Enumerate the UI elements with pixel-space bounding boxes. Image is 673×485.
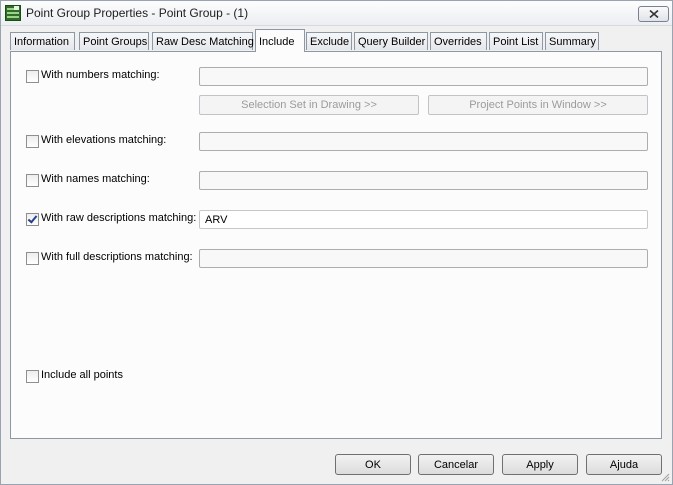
tab-raw-desc-matching[interactable]: Raw Desc Matching bbox=[152, 32, 254, 50]
tab-overrides[interactable]: Overrides bbox=[430, 32, 487, 50]
help-button[interactable]: Ajuda bbox=[586, 454, 662, 475]
full-descriptions-label[interactable]: With full descriptions matching: bbox=[41, 251, 193, 263]
tab-point-groups[interactable]: Point Groups bbox=[79, 32, 149, 50]
raw-descriptions-value: ARV bbox=[205, 214, 228, 226]
tab-exclude[interactable]: Exclude bbox=[306, 32, 352, 50]
close-button[interactable] bbox=[638, 6, 669, 22]
tab-information[interactable]: Information bbox=[10, 32, 75, 50]
tab-query-builder[interactable]: Query Builder bbox=[354, 32, 428, 50]
include-all-checkbox[interactable] bbox=[26, 370, 39, 383]
numbers-matching-field[interactable] bbox=[199, 67, 648, 86]
raw-descriptions-checkbox[interactable] bbox=[26, 213, 39, 226]
numbers-checkbox[interactable] bbox=[26, 70, 39, 83]
close-icon bbox=[648, 10, 659, 18]
project-points-in-window-button[interactable]: Project Points in Window >> bbox=[428, 95, 648, 115]
selection-set-in-drawing-button[interactable]: Selection Set in Drawing >> bbox=[199, 95, 419, 115]
full-descriptions-matching-field[interactable] bbox=[199, 249, 648, 268]
tab-summary[interactable]: Summary bbox=[545, 32, 599, 50]
window-title: Point Group Properties - Point Group - (… bbox=[26, 6, 249, 20]
names-checkbox[interactable] bbox=[26, 174, 39, 187]
tab-point-list[interactable]: Point List bbox=[489, 32, 543, 50]
names-label[interactable]: With names matching: bbox=[41, 173, 150, 185]
elevations-checkbox[interactable] bbox=[26, 135, 39, 148]
raw-descriptions-label[interactable]: With raw descriptions matching: bbox=[41, 212, 196, 224]
tab-include[interactable]: Include bbox=[255, 29, 305, 52]
raw-descriptions-matching-field[interactable]: ARV bbox=[199, 210, 648, 229]
names-matching-field[interactable] bbox=[199, 171, 648, 190]
title-bar: Point Group Properties - Point Group - (… bbox=[1, 1, 672, 26]
point-group-properties-dialog: Point Group Properties - Point Group - (… bbox=[0, 0, 673, 485]
full-descriptions-checkbox[interactable] bbox=[26, 252, 39, 265]
apply-button[interactable]: Apply bbox=[502, 454, 578, 475]
include-tab-panel: With numbers matching: Selection Set in … bbox=[10, 51, 662, 439]
cancel-button[interactable]: Cancelar bbox=[418, 454, 494, 475]
elevations-label[interactable]: With elevations matching: bbox=[41, 134, 166, 146]
ok-button[interactable]: OK bbox=[335, 454, 411, 475]
include-all-label[interactable]: Include all points bbox=[41, 369, 123, 381]
resize-grip-icon[interactable] bbox=[660, 472, 670, 482]
elevations-matching-field[interactable] bbox=[199, 132, 648, 151]
point-group-icon bbox=[5, 5, 21, 21]
numbers-label[interactable]: With numbers matching: bbox=[41, 69, 160, 81]
